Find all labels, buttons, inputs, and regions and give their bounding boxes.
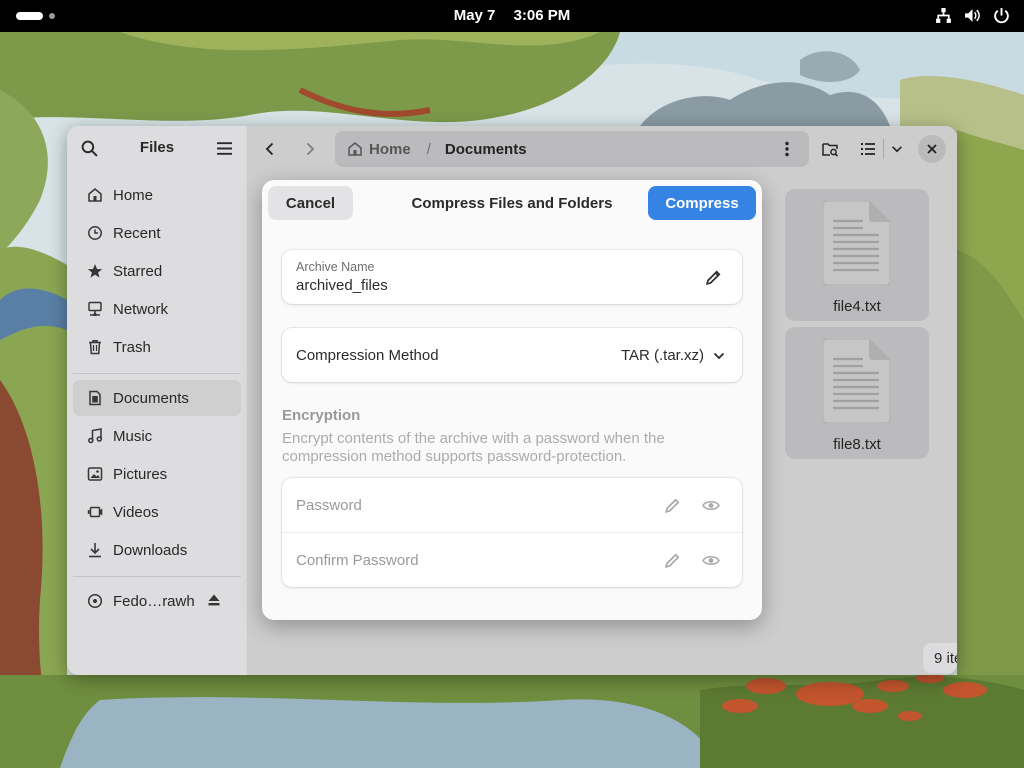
compression-method-dropdown[interactable]: TAR (.tar.xz) xyxy=(621,347,704,364)
compress-button[interactable]: Compress xyxy=(648,186,756,220)
selection-status: 9 items selected (18 bytes) xyxy=(923,643,957,673)
archive-name-input[interactable]: archived_files xyxy=(296,277,388,294)
modal-dim-overlay xyxy=(67,126,246,675)
compression-method-row[interactable]: Compression Method TAR (.tar.xz) xyxy=(282,328,742,382)
password-placeholder: Password xyxy=(296,497,362,514)
show-password-eye-icon[interactable] xyxy=(702,552,720,569)
top-bar: May 7 3:06 PM xyxy=(0,0,1024,32)
confirm-password-field[interactable]: Confirm Password xyxy=(282,533,742,588)
encryption-description: Encrypt contents of the archive with a p… xyxy=(282,430,665,465)
archive-name-label: Archive Name xyxy=(296,260,375,274)
confirm-password-placeholder: Confirm Password xyxy=(296,552,419,569)
show-password-eye-icon[interactable] xyxy=(702,497,720,514)
pencil-icon xyxy=(664,497,681,514)
compress-dialog: Cancel Compress Files and Folders Compre… xyxy=(262,180,762,620)
sidebar: Files Home Recent Starred Network Trash xyxy=(67,126,247,675)
compression-method-label: Compression Method xyxy=(296,347,439,364)
clock-date: May 7 xyxy=(453,7,496,24)
power-icon[interactable] xyxy=(993,7,1010,24)
clock[interactable]: May 7 3:06 PM xyxy=(0,7,1024,24)
clock-time: 3:06 PM xyxy=(513,7,571,24)
pencil-icon xyxy=(705,269,722,286)
volume-icon[interactable] xyxy=(964,7,981,24)
archive-name-field[interactable]: Archive Name archived_files xyxy=(282,250,742,304)
pencil-icon xyxy=(664,552,681,569)
password-group: Password Confirm Password xyxy=(282,478,742,587)
encryption-title: Encryption xyxy=(282,407,361,424)
cancel-button[interactable]: Cancel xyxy=(268,186,353,220)
password-field[interactable]: Password xyxy=(282,478,742,533)
dialog-title: Compress Files and Folders xyxy=(411,195,613,212)
chevron-down-icon xyxy=(712,349,726,363)
system-tray[interactable] xyxy=(935,7,1010,24)
network-icon[interactable] xyxy=(935,7,952,24)
